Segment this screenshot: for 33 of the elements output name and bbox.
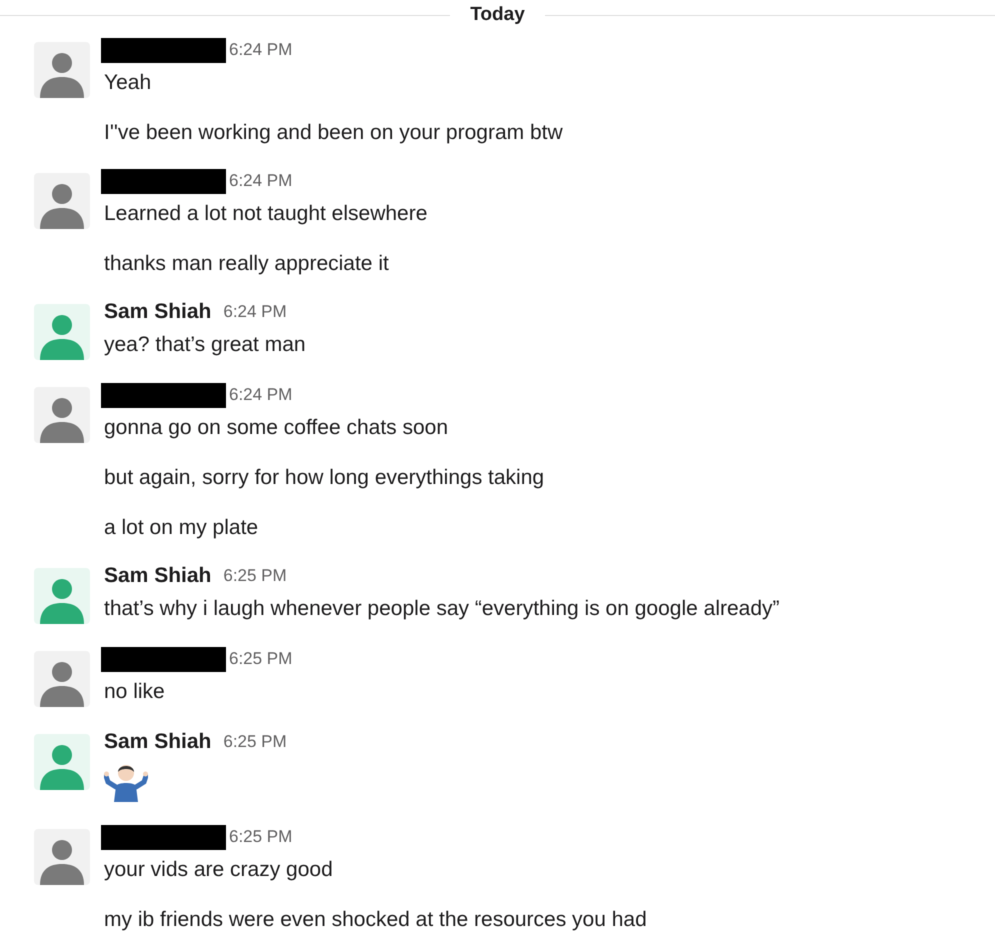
avatar-icon[interactable] [34,304,90,360]
avatar-icon[interactable] [34,829,90,885]
message-text: no like [104,679,166,705]
timestamp[interactable]: 6:24 PM [223,302,287,322]
message-text: your vids are crazy good [104,857,334,883]
message-text: that’s why i laugh whenever people say “everything is on google already” [104,596,780,622]
date-divider-label: Today [469,4,526,26]
message-text: Yeah [104,70,152,96]
timestamp[interactable]: 6:25 PM [229,649,292,669]
timestamp[interactable]: 6:24 PM [229,385,292,405]
message-text: my ib friends were even shocked at the resources you had [104,907,647,933]
timestamp[interactable]: 6:25 PM [223,566,287,586]
timestamp[interactable]: 6:24 PM [229,171,292,191]
avatar-icon[interactable] [34,387,90,443]
avatar-icon[interactable] [34,568,90,624]
message-text: but again, sorry for how long everythings taking [104,465,544,491]
message-text: Learned a lot not taught elsewhere [104,201,428,227]
avatar-icon[interactable] [34,651,90,707]
message-text: gonna go on some coffee chats soon [104,415,450,441]
timestamp[interactable]: 6:25 PM [223,732,287,752]
author-name[interactable]: Sam Shiah [104,300,212,324]
message-text: a lot on my plate [104,515,260,541]
message-text: I''ve been working and been on your program btw [104,120,563,146]
avatar-icon[interactable] [34,734,90,790]
shrug-emoji-icon [104,762,148,802]
avatar-icon[interactable] [34,173,90,229]
message-text: yea? that’s great man [104,332,306,358]
timestamp[interactable]: 6:24 PM [229,40,292,60]
timestamp[interactable]: 6:25 PM [229,827,292,847]
message-text: thanks man really appreciate it [104,251,390,277]
author-name[interactable]: Sam Shiah [104,730,212,754]
avatar-icon[interactable] [34,42,90,98]
author-name[interactable]: Sam Shiah [104,564,212,588]
